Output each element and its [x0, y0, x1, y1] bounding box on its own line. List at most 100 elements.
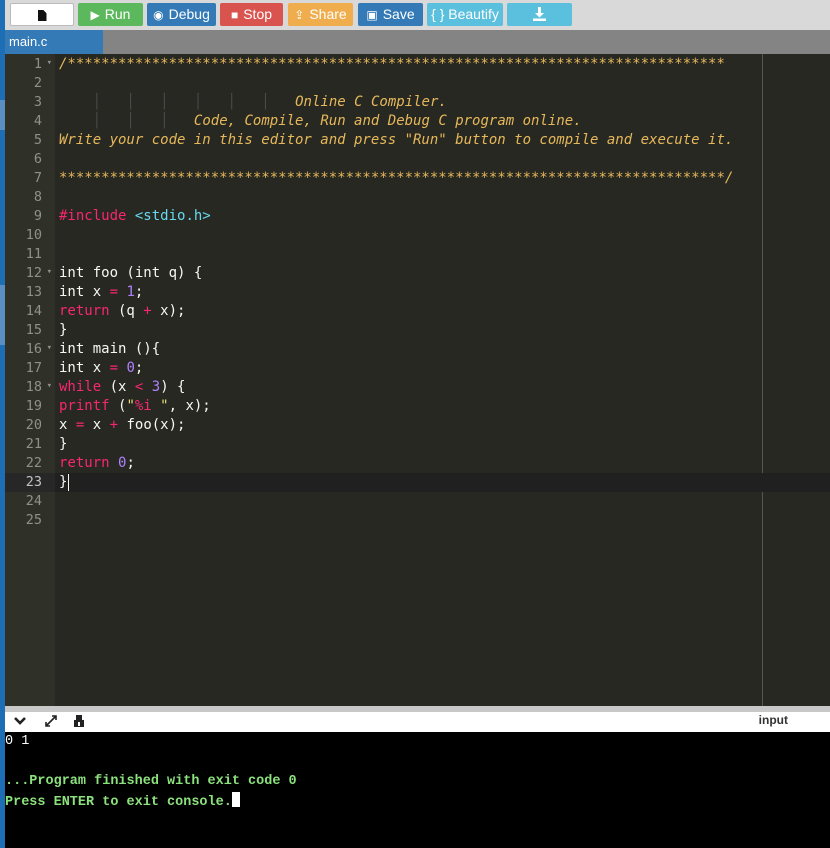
- floppy-icon: ▣: [366, 8, 378, 22]
- code-line: │ │ │ │ │ │ Online C Compiler.: [92, 94, 447, 110]
- stop-button[interactable]: ■ Stop: [220, 3, 283, 26]
- line-number: 17: [5, 359, 55, 378]
- line-number: 4: [5, 112, 55, 131]
- run-button[interactable]: ▶ Run: [78, 3, 143, 26]
- console-header: input: [5, 712, 830, 732]
- share-button[interactable]: ⇪ Share: [288, 3, 353, 26]
- line-number: 18 ▾: [5, 378, 55, 397]
- line-number: 21: [5, 435, 55, 454]
- line-number: 1 ▾: [5, 55, 55, 74]
- code-line: return (q + x);: [59, 303, 186, 319]
- active-line-highlight: [55, 473, 830, 492]
- line-number: 7: [5, 169, 55, 188]
- print-margin: [762, 54, 763, 706]
- code-editor[interactable]: 1 ▾ 2 3 4 5 6 7 8 9 10 11 12 ▾ 13 14 15 16 ▾ 17 18 ▾ 19 20 21 22 2…: [5, 54, 830, 706]
- download-button[interactable]: [507, 3, 572, 26]
- fold-arrow-icon[interactable]: ▾: [47, 377, 52, 396]
- line-number-text: 6: [33, 151, 42, 167]
- line-number: 9: [5, 207, 55, 226]
- line-number: 22: [5, 454, 55, 473]
- input-tab-label[interactable]: input: [759, 713, 788, 727]
- code-line: int main (){: [59, 341, 161, 357]
- line-number-text: 22: [25, 455, 42, 471]
- line-number-text: 8: [33, 189, 42, 205]
- line-number: 5: [5, 131, 55, 150]
- beautify-button[interactable]: { } Beautify: [427, 3, 503, 26]
- console-press-enter-message: Press ENTER to exit console.: [5, 792, 240, 813]
- line-number: 8: [5, 188, 55, 207]
- beautify-label: { } Beautify: [431, 6, 499, 22]
- code-line: int foo (int q) {: [59, 265, 203, 281]
- fold-arrow-icon[interactable]: ▾: [47, 263, 52, 282]
- code-line: x = x + foo(x);: [59, 417, 186, 433]
- chevron-down-icon[interactable]: [12, 714, 28, 730]
- line-number: 2: [5, 74, 55, 93]
- line-number-text: 10: [25, 227, 42, 243]
- new-file-button[interactable]: [10, 3, 74, 26]
- code-line: printf ("%i ", x);: [59, 398, 211, 414]
- file-icon: [37, 10, 47, 21]
- code-area[interactable]: /***************************************…: [55, 54, 830, 706]
- code-line: while (x < 3) {: [59, 379, 186, 395]
- output-console[interactable]: 0 1 ...Program finished with exit code 0…: [5, 732, 830, 848]
- line-number: 10: [5, 226, 55, 245]
- line-number: 3: [5, 93, 55, 112]
- play-icon: ▶: [90, 8, 100, 22]
- clear-console-icon[interactable]: [71, 714, 87, 730]
- line-number-text: 17: [25, 360, 42, 376]
- line-number: 19: [5, 397, 55, 416]
- line-number: 23: [5, 473, 55, 492]
- line-number-text: 24: [25, 493, 42, 509]
- line-number-text: 9: [33, 208, 42, 224]
- line-number: 15: [5, 321, 55, 340]
- line-number-text: 18: [25, 379, 42, 395]
- stop-icon: ■: [230, 8, 239, 22]
- code-line: │ │ │ Code, Compile, Run and Debug C pro…: [92, 113, 582, 129]
- fold-arrow-icon[interactable]: ▾: [47, 54, 52, 73]
- line-number-text: 4: [33, 113, 42, 129]
- line-number: 6: [5, 150, 55, 169]
- line-number: 11: [5, 245, 55, 264]
- code-line: Write your code in this editor and press…: [59, 132, 734, 148]
- file-tab-bar: main.c: [5, 30, 830, 54]
- debug-label: Debug: [168, 6, 210, 22]
- line-number: 25: [5, 511, 55, 530]
- line-number-text: 19: [25, 398, 42, 414]
- save-label: Save: [382, 6, 415, 22]
- code-line: ****************************************…: [59, 170, 734, 186]
- line-number-text: 21: [25, 436, 42, 452]
- line-number-gutter: 1 ▾ 2 3 4 5 6 7 8 9 10 11 12 ▾ 13 14 15 16 ▾ 17 18 ▾ 19 20 21 22 2…: [5, 54, 55, 706]
- fold-arrow-icon[interactable]: ▾: [47, 339, 52, 358]
- share-icon: ⇪: [294, 8, 305, 22]
- code-line: /***************************************…: [59, 56, 725, 72]
- console-output-line: 0 1: [5, 734, 30, 749]
- line-number-text: 2: [33, 75, 42, 91]
- line-number-text: 25: [25, 512, 42, 528]
- run-label: Run: [104, 6, 131, 22]
- debug-button[interactable]: ◉ Debug: [147, 3, 216, 26]
- line-number-text: 1: [33, 56, 42, 72]
- stop-label: Stop: [243, 6, 273, 22]
- line-number: 24: [5, 492, 55, 511]
- line-number-text: 15: [25, 322, 42, 338]
- expand-icon[interactable]: [43, 714, 59, 730]
- share-label: Share: [309, 6, 347, 22]
- line-number-text: 7: [33, 170, 42, 186]
- press-enter-text: Press ENTER to exit console.: [5, 795, 232, 810]
- save-button[interactable]: ▣ Save: [358, 3, 423, 26]
- line-number-text: 16: [25, 341, 42, 357]
- line-number-text: 20: [25, 417, 42, 433]
- line-number: 20: [5, 416, 55, 435]
- line-number: 16 ▾: [5, 340, 55, 359]
- console-finish-message: ...Program finished with exit code 0: [5, 774, 297, 789]
- line-number-text: 14: [25, 303, 42, 319]
- line-number: 14: [5, 302, 55, 321]
- line-number-text: 23: [25, 474, 42, 490]
- line-number-text: 3: [33, 94, 42, 110]
- code-line: int x = 0;: [59, 360, 144, 376]
- line-number-text: 13: [25, 284, 42, 300]
- tab-main-c[interactable]: main.c: [5, 30, 103, 54]
- code-line: return 0;: [59, 455, 135, 471]
- line-number-text: 5: [33, 132, 42, 148]
- text-cursor: [68, 474, 69, 491]
